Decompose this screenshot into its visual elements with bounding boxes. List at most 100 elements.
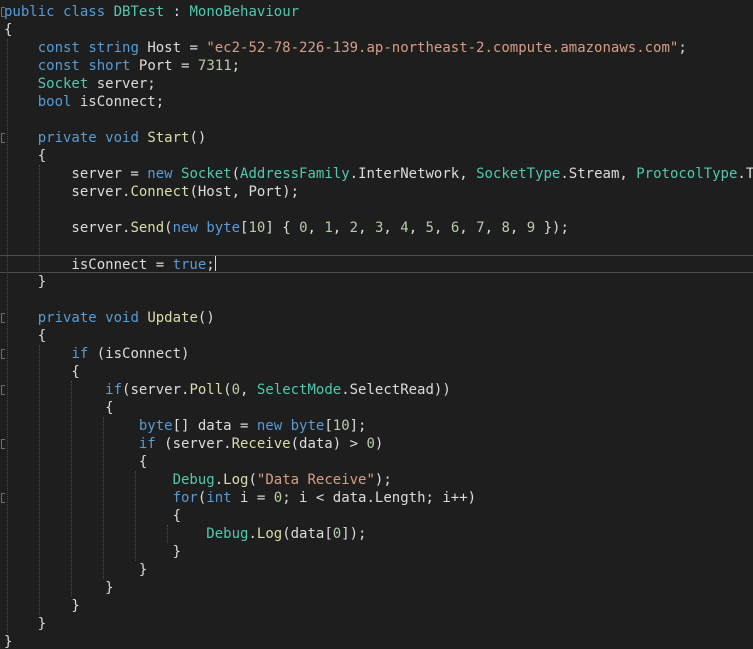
code-token: i = <box>231 490 274 506</box>
code-token: { <box>4 148 47 164</box>
code-line[interactable]: if(server.Poll(0, SelectMode.SelectRead)… <box>0 381 753 399</box>
code-token: true <box>172 257 207 273</box>
code-line[interactable]: { <box>0 507 753 525</box>
code-token: Host = <box>138 40 207 56</box>
code-line[interactable]: if (server.Receive(data) > 0) <box>0 435 753 453</box>
code-line[interactable]: const short Port = 7311; <box>0 57 753 75</box>
code-token: , <box>509 220 527 236</box>
code-token: byte <box>206 220 241 236</box>
code-token: ProtocolType <box>636 166 738 182</box>
code-token: server; <box>88 76 156 92</box>
code-line[interactable]: { <box>0 453 753 471</box>
code-line[interactable]: { <box>0 327 753 345</box>
code-token: } <box>4 562 148 578</box>
code-line[interactable]: Debug.Log(data[0]); <box>0 525 753 543</box>
code-token: 0 <box>273 490 283 506</box>
code-line[interactable]: bool isConnect; <box>0 93 753 111</box>
code-token: } <box>4 274 47 290</box>
code-token: Debug <box>206 526 249 542</box>
code-line[interactable]: } <box>0 543 753 561</box>
code-token: AddressFamily <box>240 166 350 182</box>
code-line[interactable]: private void Start() <box>0 129 753 147</box>
code-token: 1 <box>324 220 333 236</box>
code-token: } <box>4 598 80 614</box>
code-line[interactable]: { <box>0 399 753 417</box>
code-line[interactable]: private void Update() <box>0 309 753 327</box>
code-token: , <box>383 220 401 236</box>
code-token: (Host, Port); <box>189 184 300 200</box>
code-token: (isConnect) <box>88 346 190 362</box>
code-line[interactable] <box>0 201 753 219</box>
code-line[interactable] <box>0 291 753 309</box>
code-token: InterNetwork, <box>358 166 477 182</box>
code-token: 8 <box>501 220 510 236</box>
code-token: int <box>206 490 232 506</box>
code-token: void <box>105 130 139 146</box>
code-line[interactable]: if (isConnect) <box>0 345 753 363</box>
code-token: . <box>248 526 257 542</box>
code-token: { <box>4 364 80 380</box>
code-line[interactable] <box>0 237 753 255</box>
code-token: new <box>172 220 198 236</box>
code-line[interactable]: } <box>0 597 753 615</box>
code-token: private <box>37 130 97 146</box>
code-token: } <box>4 580 114 596</box>
code-line[interactable]: } <box>0 561 753 579</box>
code-line[interactable]: { <box>0 363 753 381</box>
code-line[interactable]: for(int i = 0; i < data.Length; i++) <box>0 489 753 507</box>
code-line[interactable]: server.Send(new byte[10] { 0, 1, 2, 3, 4… <box>0 219 753 237</box>
code-token: : <box>164 4 190 20</box>
code-token: } <box>4 634 13 649</box>
code-line[interactable]: } <box>0 633 753 649</box>
code-token: "Data Receive" <box>256 472 375 488</box>
code-token: 0 <box>299 220 308 236</box>
code-line[interactable]: public class DBTest : MonoBehaviour <box>0 3 753 21</box>
code-token: { <box>4 508 182 524</box>
code-line[interactable]: Debug.Log("Data Receive"); <box>0 471 753 489</box>
code-line[interactable]: server = new Socket(AddressFamily.InterN… <box>0 165 753 183</box>
code-token: ] { <box>265 220 300 236</box>
code-token: Socket <box>181 166 232 182</box>
code-line-current[interactable]: isConnect = true; <box>0 255 753 273</box>
code-token: { <box>4 328 47 344</box>
code-token: , <box>332 220 350 236</box>
code-token: () <box>189 130 207 146</box>
code-token: [] data = <box>172 418 257 434</box>
code-token: 7 <box>476 220 485 236</box>
code-token: , <box>240 382 257 398</box>
code-line[interactable]: } <box>0 579 753 597</box>
code-line[interactable]: { <box>0 147 753 165</box>
code-line[interactable]: byte[] data = new byte[10]; <box>0 417 753 435</box>
code-token: public <box>4 4 55 20</box>
code-line[interactable]: } <box>0 615 753 633</box>
code-token: 0 <box>366 436 375 452</box>
code-line[interactable]: } <box>0 273 753 291</box>
code-editor[interactable]: public class DBTest : MonoBehaviour{ con… <box>0 0 753 649</box>
code-line[interactable]: Socket server; <box>0 75 753 93</box>
code-token: [ <box>324 418 333 434</box>
code-token: ( <box>248 472 257 488</box>
code-line[interactable]: { <box>0 21 753 39</box>
code-line[interactable]: const string Host = "ec2-52-78-226-139.a… <box>0 39 753 57</box>
code-token: isConnect = <box>4 257 173 273</box>
code-line[interactable] <box>0 111 753 129</box>
code-token: { <box>4 454 148 470</box>
code-token: Log <box>223 472 249 488</box>
code-token: 2 <box>349 220 359 236</box>
code-token: short <box>88 58 131 74</box>
code-token: if <box>138 436 156 452</box>
code-token: Receive <box>231 436 291 452</box>
code-line[interactable]: server.Connect(Host, Port); <box>0 183 753 201</box>
code-token: (data) > <box>290 436 367 452</box>
code-token: Socket <box>37 76 89 92</box>
